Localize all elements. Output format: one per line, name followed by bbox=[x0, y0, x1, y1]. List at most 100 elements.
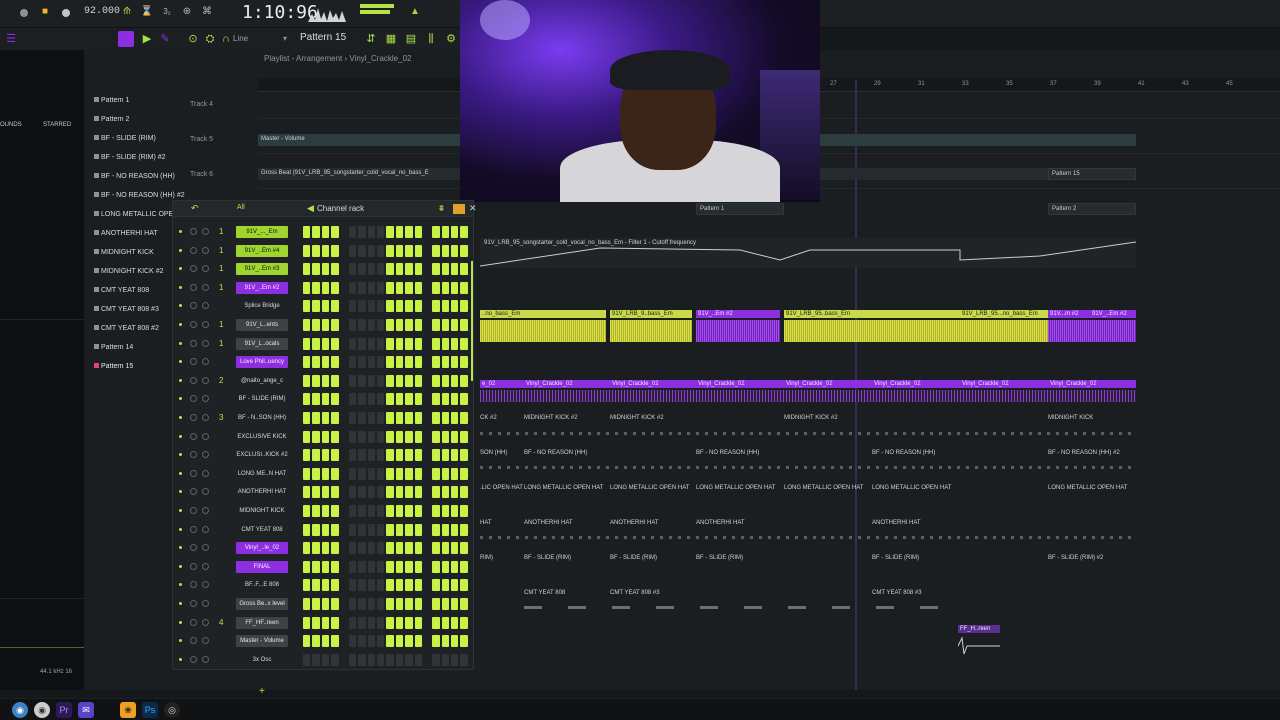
step-button[interactable] bbox=[377, 560, 385, 573]
step-button[interactable] bbox=[321, 337, 330, 350]
step-button[interactable] bbox=[460, 653, 468, 666]
step-button[interactable] bbox=[460, 356, 468, 369]
anotherhi-hat-clip[interactable]: ANOTHERHI HAT bbox=[872, 520, 921, 526]
step-button[interactable] bbox=[432, 300, 440, 313]
step-button[interactable] bbox=[405, 560, 413, 573]
pan-knob[interactable] bbox=[190, 358, 197, 366]
volume-knob[interactable] bbox=[202, 321, 209, 328]
step-button[interactable] bbox=[367, 281, 375, 294]
step-button[interactable] bbox=[441, 616, 449, 629]
step-button[interactable] bbox=[303, 263, 311, 276]
step-button[interactable] bbox=[386, 486, 394, 499]
step-button[interactable] bbox=[395, 226, 404, 238]
step-button[interactable] bbox=[377, 467, 385, 480]
step-button[interactable] bbox=[405, 579, 413, 592]
step-button[interactable] bbox=[386, 523, 394, 536]
pan-knob[interactable] bbox=[190, 469, 197, 477]
step-button[interactable] bbox=[432, 319, 440, 331]
channel-name-button[interactable]: @naito_ange_c bbox=[236, 375, 288, 387]
step-button[interactable] bbox=[451, 505, 459, 517]
yeat-808-clip[interactable]: CMT YEAT 808 #3 bbox=[610, 590, 660, 596]
step-button[interactable] bbox=[395, 300, 404, 313]
record-button[interactable] bbox=[62, 9, 70, 17]
step-button[interactable] bbox=[460, 523, 468, 536]
step-button[interactable] bbox=[321, 598, 330, 610]
step-button[interactable] bbox=[331, 579, 339, 592]
volume-knob[interactable] bbox=[202, 637, 209, 645]
channel-name-button[interactable]: EXCLUSIVE KICK bbox=[236, 431, 288, 443]
hh-clip[interactable]: BF - NO REASON (HH) bbox=[872, 450, 935, 456]
step-button[interactable] bbox=[367, 263, 375, 276]
step-button[interactable] bbox=[303, 505, 311, 517]
step-button[interactable] bbox=[441, 505, 449, 517]
step-button[interactable] bbox=[348, 300, 357, 313]
step-button[interactable] bbox=[358, 281, 366, 294]
step-button[interactable] bbox=[303, 430, 311, 443]
step-button[interactable] bbox=[441, 244, 449, 257]
step-button[interactable] bbox=[331, 560, 339, 573]
step-button[interactable] bbox=[348, 244, 357, 257]
menu-icon[interactable]: ☰ bbox=[4, 32, 18, 46]
step-button[interactable] bbox=[303, 598, 311, 610]
channel-row[interactable]: 1 91V_L..ents bbox=[173, 316, 473, 334]
step-button[interactable] bbox=[321, 393, 330, 406]
step-button[interactable] bbox=[331, 635, 339, 648]
step-button[interactable] bbox=[386, 449, 394, 462]
step-button[interactable] bbox=[460, 560, 468, 573]
step-button[interactable] bbox=[460, 319, 468, 331]
pan-knob[interactable] bbox=[190, 637, 197, 645]
step-button[interactable] bbox=[460, 374, 468, 387]
step-button[interactable] bbox=[377, 263, 385, 276]
step-button[interactable] bbox=[367, 560, 375, 573]
volume-knob[interactable] bbox=[202, 655, 209, 663]
step-button[interactable] bbox=[348, 560, 357, 573]
step-button[interactable] bbox=[386, 300, 394, 313]
close-icon[interactable]: ✕ bbox=[469, 203, 477, 214]
pattern-selector[interactable]: Pattern 15 bbox=[300, 32, 346, 43]
step-button[interactable] bbox=[441, 542, 449, 555]
mute-led[interactable] bbox=[179, 416, 182, 419]
volume-knob[interactable] bbox=[202, 600, 209, 607]
step-button[interactable] bbox=[331, 412, 339, 424]
pattern-clip[interactable]: Pattern 15 bbox=[1048, 168, 1136, 180]
step-button[interactable] bbox=[358, 635, 366, 648]
step-button[interactable] bbox=[312, 430, 320, 443]
step-button[interactable] bbox=[367, 486, 375, 499]
volume-knob[interactable] bbox=[202, 451, 209, 459]
step-button[interactable] bbox=[312, 579, 320, 592]
premiere-icon[interactable]: Pr bbox=[56, 702, 72, 718]
step-button[interactable] bbox=[367, 579, 375, 592]
step-button[interactable] bbox=[331, 505, 339, 517]
vinyl-clip[interactable]: Vinyl_Crackle_02 bbox=[524, 380, 610, 388]
step-button[interactable] bbox=[441, 300, 449, 313]
step-button[interactable] bbox=[358, 337, 366, 350]
step-button[interactable] bbox=[441, 635, 449, 648]
step-button[interactable] bbox=[358, 393, 366, 406]
volume-knob[interactable] bbox=[202, 581, 209, 589]
step-button[interactable] bbox=[395, 486, 404, 499]
kick-clip[interactable]: MIDNIGHT KICK #2 bbox=[524, 415, 578, 421]
kick-clip[interactable]: MIDNIGHT KICK #2 bbox=[610, 415, 664, 421]
step-button[interactable] bbox=[441, 560, 449, 573]
step-button[interactable] bbox=[348, 263, 357, 276]
channel-name-button[interactable]: FF_HF..reen bbox=[236, 616, 288, 629]
step-button[interactable] bbox=[321, 653, 330, 666]
step-button[interactable] bbox=[367, 598, 375, 610]
step-button[interactable] bbox=[451, 244, 459, 257]
step-button[interactable] bbox=[395, 467, 404, 480]
step-button[interactable] bbox=[358, 486, 366, 499]
step-button[interactable] bbox=[432, 486, 440, 499]
tab-starred[interactable]: STARRED bbox=[43, 122, 71, 128]
hh-clip[interactable]: BF - NO REASON (HH) #2 bbox=[1048, 450, 1120, 456]
channel-row[interactable]: Gross Be..x level bbox=[173, 595, 473, 613]
open-hat-clip[interactable]: .LIC OPEN HAT bbox=[480, 485, 523, 491]
step-button[interactable] bbox=[386, 467, 394, 480]
step-button[interactable] bbox=[432, 635, 440, 648]
step-button[interactable] bbox=[377, 356, 385, 369]
step-button[interactable] bbox=[303, 337, 311, 350]
step-button[interactable] bbox=[377, 635, 385, 648]
step-button[interactable] bbox=[331, 653, 339, 666]
rim-clip[interactable]: RIM) bbox=[480, 555, 493, 561]
metronome-icon[interactable]: ⟰ bbox=[120, 6, 134, 18]
step-button[interactable] bbox=[395, 374, 404, 387]
